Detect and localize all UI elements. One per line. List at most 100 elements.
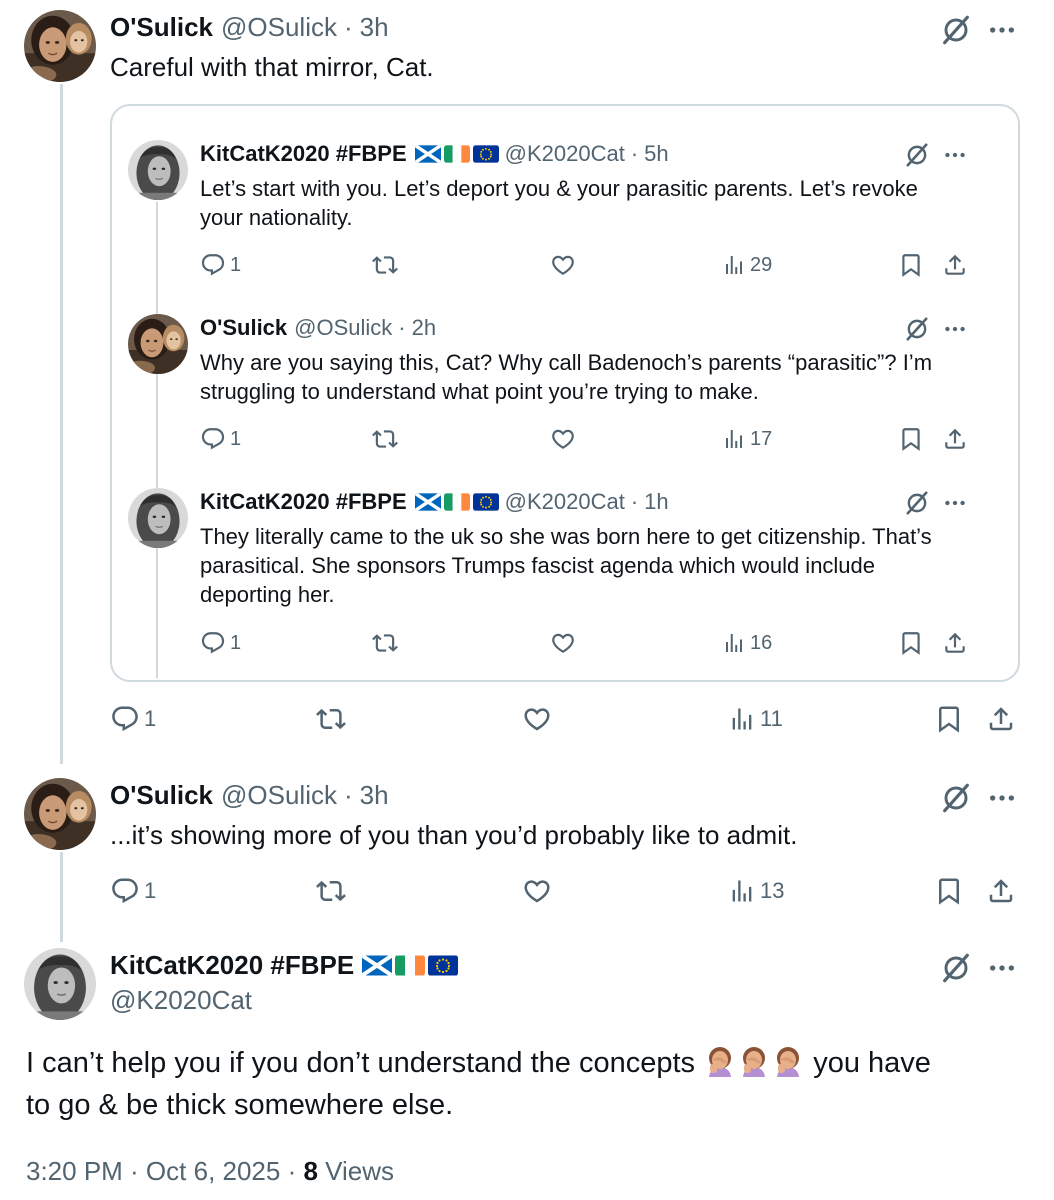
views-button[interactable]: 11 [728,704,783,734]
views-icon [722,252,746,278]
bookmark-button[interactable] [898,630,924,656]
bookmark-button[interactable] [898,252,924,278]
timestamp[interactable]: 3h [360,780,389,811]
tweet-timestamp[interactable]: 3:20 PM · Oct 6, 2025 · [26,1156,303,1186]
reply-icon [200,252,226,278]
share-button[interactable] [942,252,968,278]
separator-dot: · [630,489,639,514]
reply-icon [110,876,140,906]
more-icon[interactable] [986,952,1018,984]
author-name[interactable]: O'Sulick [200,315,287,341]
retweet-icon [372,426,398,452]
bookmark-button[interactable] [934,876,964,906]
bookmark-icon [934,704,964,734]
author-handle[interactable]: @OSulick [221,12,337,43]
separator-dot: · [343,11,353,42]
like-button[interactable] [522,876,552,906]
bookmark-button[interactable] [934,704,964,734]
retweet-button[interactable] [372,426,398,452]
more-icon[interactable] [986,782,1018,814]
like-button[interactable] [550,426,576,452]
author-name[interactable]: KitCatK2020 #FBPE [200,489,407,515]
grok-icon[interactable] [940,14,972,46]
timestamp[interactable]: 3h [360,12,389,43]
author-handle[interactable]: @K2020Cat [505,141,625,167]
action-bar: 1 16 [200,630,980,658]
eu-flag-icon [473,145,499,163]
avatar[interactable] [24,778,96,850]
tweet-text: Let’s start with you. Let’s deport you &… [200,174,980,232]
reply-button[interactable]: 1 [110,876,156,906]
timestamp[interactable]: 2h [412,315,436,341]
like-button[interactable] [550,630,576,656]
author-name[interactable]: KitCatK2020 #FBPE [200,141,407,167]
thread-line [60,852,63,942]
reply-button[interactable]: 1 [200,426,241,452]
timestamp[interactable]: 5h [644,141,668,167]
tweet-header: O'Sulick @OSulick · 3h [110,10,389,44]
scotland-flag-icon [362,955,392,976]
bookmark-button[interactable] [898,426,924,452]
like-button[interactable] [522,704,552,734]
main-tweet-text-part: I can’t help you if you don’t understand… [26,1047,696,1079]
tweet-text-line: Let’s start with you. Let’s deport you &… [200,176,918,201]
action-bar: 1 11 [110,704,1020,736]
avatar[interactable] [128,488,188,548]
reply-button[interactable]: 1 [110,704,156,734]
heart-icon [550,252,576,278]
reply-button[interactable]: 1 [200,630,241,656]
tweet-header: KitCatK2020 #FBPE @K2020Cat · 1h [200,488,669,516]
author-name[interactable]: O'Sulick [110,780,213,811]
author-handle[interactable]: @OSulick [294,315,392,341]
more-icon[interactable] [942,316,968,342]
scotland-flag-icon [415,145,441,163]
retweet-icon [372,630,398,656]
grok-icon[interactable] [904,142,930,168]
author-name[interactable]: O'Sulick [110,12,213,43]
author-handle[interactable]: @K2020Cat [505,489,625,515]
grok-icon[interactable] [904,490,930,516]
views-button[interactable]: 17 [722,426,772,452]
grok-icon[interactable] [940,952,972,984]
share-icon [986,876,1016,906]
more-icon[interactable] [986,14,1018,46]
retweet-button[interactable] [316,876,346,906]
avatar[interactable] [24,10,96,82]
reply-button[interactable]: 1 [200,252,241,278]
views-button[interactable]: 16 [722,630,772,656]
tweet-text-line: parasitical. She sponsors Trumps fascist… [200,553,876,578]
author-handle[interactable]: @K2020Cat [110,985,252,1016]
share-button[interactable] [942,426,968,452]
more-icon[interactable] [942,490,968,516]
retweet-button[interactable] [372,630,398,656]
tweet-header: KitCatK2020 #FBPE @K2020Cat · 5h [200,140,669,168]
avatar[interactable] [128,314,188,374]
grok-icon[interactable] [904,316,930,342]
tweet-text-line: deporting her. [200,582,335,607]
reply-count: 1 [230,427,242,450]
avatar[interactable] [128,140,188,200]
share-button[interactable] [986,704,1016,734]
views-button[interactable]: 13 [728,876,784,906]
views-label: Views [317,1156,395,1186]
retweet-button[interactable] [372,252,398,278]
timestamp[interactable]: 1h [644,489,668,515]
author-name[interactable]: KitCatK2020 #FBPE [110,950,354,981]
views-button[interactable]: 29 [722,252,772,278]
share-button[interactable] [986,876,1016,906]
quote-thread-line [156,202,158,678]
retweet-button[interactable] [316,704,346,734]
grok-icon[interactable] [940,782,972,814]
heart-icon [550,630,576,656]
avatar[interactable] [24,948,96,1020]
thread-line [60,84,63,764]
more-icon[interactable] [942,142,968,168]
tweet-meta: 3:20 PM · Oct 6, 2025 · 8 Views [26,1156,394,1187]
views-count: 13 [760,878,785,903]
separator-dot: · [630,141,639,166]
tweet-header: O'Sulick @OSulick · 3h [110,778,389,812]
share-button[interactable] [942,630,968,656]
author-handle[interactable]: @OSulick [221,780,337,811]
retweet-icon [372,252,398,278]
like-button[interactable] [550,252,576,278]
